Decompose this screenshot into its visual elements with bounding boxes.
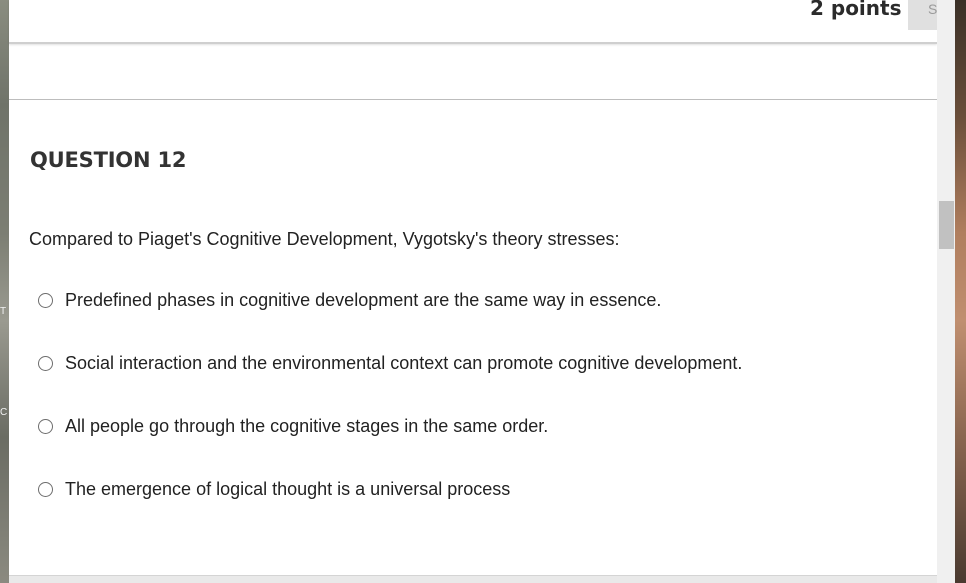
background-photo-right — [955, 0, 966, 583]
answer-option-label: Social interaction and the environmental… — [65, 352, 743, 373]
question-text: Compared to Piaget's Cognitive Developme… — [29, 229, 620, 249]
answer-option[interactable]: All people go through the cognitive stag… — [38, 414, 548, 438]
radio-button-icon[interactable] — [38, 481, 53, 497]
scrollbar-thumb[interactable] — [939, 201, 954, 249]
answer-option[interactable]: The emergence of logical thought is a un… — [38, 477, 510, 501]
question-points: 2 points — [810, 0, 902, 20]
answer-option-label: All people go through the cognitive stag… — [65, 415, 549, 436]
background-text-fragment: C — [0, 407, 8, 418]
question-title: QUESTION 12 — [30, 148, 187, 172]
background-text-fragment: T — [0, 306, 7, 317]
save-answer-button[interactable]: S — [908, 0, 940, 30]
answer-option-label: The emergence of logical thought is a un… — [65, 478, 511, 499]
answer-option[interactable]: Social interaction and the environmental… — [38, 351, 742, 375]
radio-button-icon[interactable] — [38, 418, 53, 434]
previous-question-footer: 2 points S — [9, 0, 940, 44]
answer-option-label: Predefined phases in cognitive developme… — [65, 289, 662, 310]
question-divider — [9, 99, 937, 100]
background-photo-left: T C — [0, 0, 9, 583]
quiz-page: 2 points S QUESTION 12 Compared to Piage… — [9, 0, 940, 583]
radio-button-icon[interactable] — [38, 355, 53, 371]
question-footer-edge — [9, 575, 937, 583]
vertical-scrollbar[interactable] — [937, 0, 955, 583]
answer-option[interactable]: Predefined phases in cognitive developme… — [38, 288, 661, 312]
radio-button-icon[interactable] — [38, 292, 53, 308]
